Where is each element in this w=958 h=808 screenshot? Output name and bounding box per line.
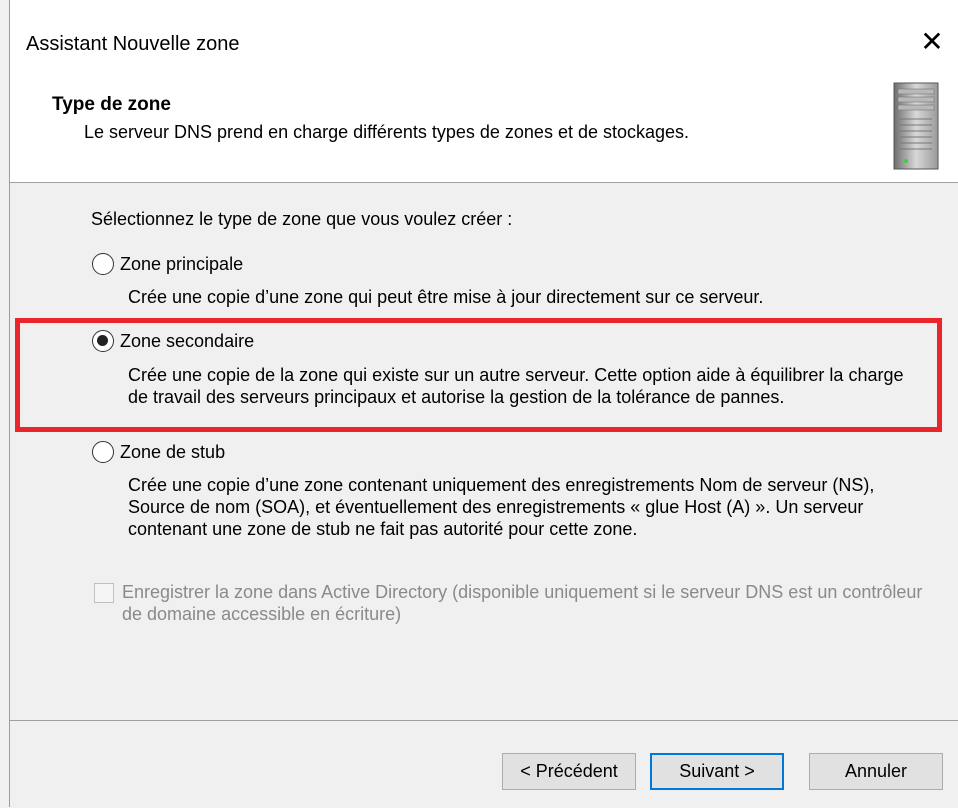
ad-integration-checkbox [94, 583, 114, 603]
title-bar: Assistant Nouvelle zone ✕ [10, 0, 958, 84]
back-button[interactable]: < Précédent [502, 753, 636, 790]
wizard-window: Assistant Nouvelle zone ✕ Type de zone L… [9, 0, 958, 807]
option-label: Zone de stub [120, 441, 226, 462]
option-description: Crée une copie d’une zone qui peut être … [128, 287, 764, 307]
radio-button[interactable] [92, 441, 114, 463]
cancel-button[interactable]: Annuler [809, 753, 943, 790]
page-subtitle: Le serveur DNS prend en charge différent… [84, 122, 690, 142]
radio-button[interactable] [92, 253, 114, 275]
page-title: Type de zone [52, 94, 171, 115]
next-button[interactable]: Suivant > [650, 753, 784, 790]
wizard-header: Type de zone Le serveur DNS prend en cha… [10, 82, 958, 183]
checkbox-label: Enregistrer la zone dans Active Director… [122, 582, 923, 624]
radio-button-selected[interactable] [92, 330, 114, 352]
radio-zone-principale[interactable]: Zone principale [92, 253, 243, 275]
option-label: Zone principale [120, 253, 244, 274]
zone-type-prompt: Sélectionnez le type de zone que vous vo… [91, 209, 513, 229]
wizard-footer: < Précédent Suivant > Annuler [10, 720, 958, 808]
close-icon: ✕ [920, 26, 944, 57]
option-label: Zone secondaire [120, 330, 255, 351]
server-icon [893, 82, 939, 170]
radio-zone-de-stub[interactable]: Zone de stub [92, 441, 225, 463]
close-button[interactable]: ✕ [910, 22, 954, 62]
wizard-content: Sélectionnez le type de zone que vous vo… [10, 183, 958, 720]
option-description: Crée une copie de la zone qui existe sur… [128, 365, 904, 407]
window-title: Assistant Nouvelle zone [26, 33, 240, 55]
option-description: Crée une copie d’une zone contenant uniq… [128, 475, 875, 539]
radio-zone-secondaire[interactable]: Zone secondaire [92, 330, 254, 352]
ad-integration-checkbox-row: Enregistrer la zone dans Active Director… [94, 581, 942, 625]
